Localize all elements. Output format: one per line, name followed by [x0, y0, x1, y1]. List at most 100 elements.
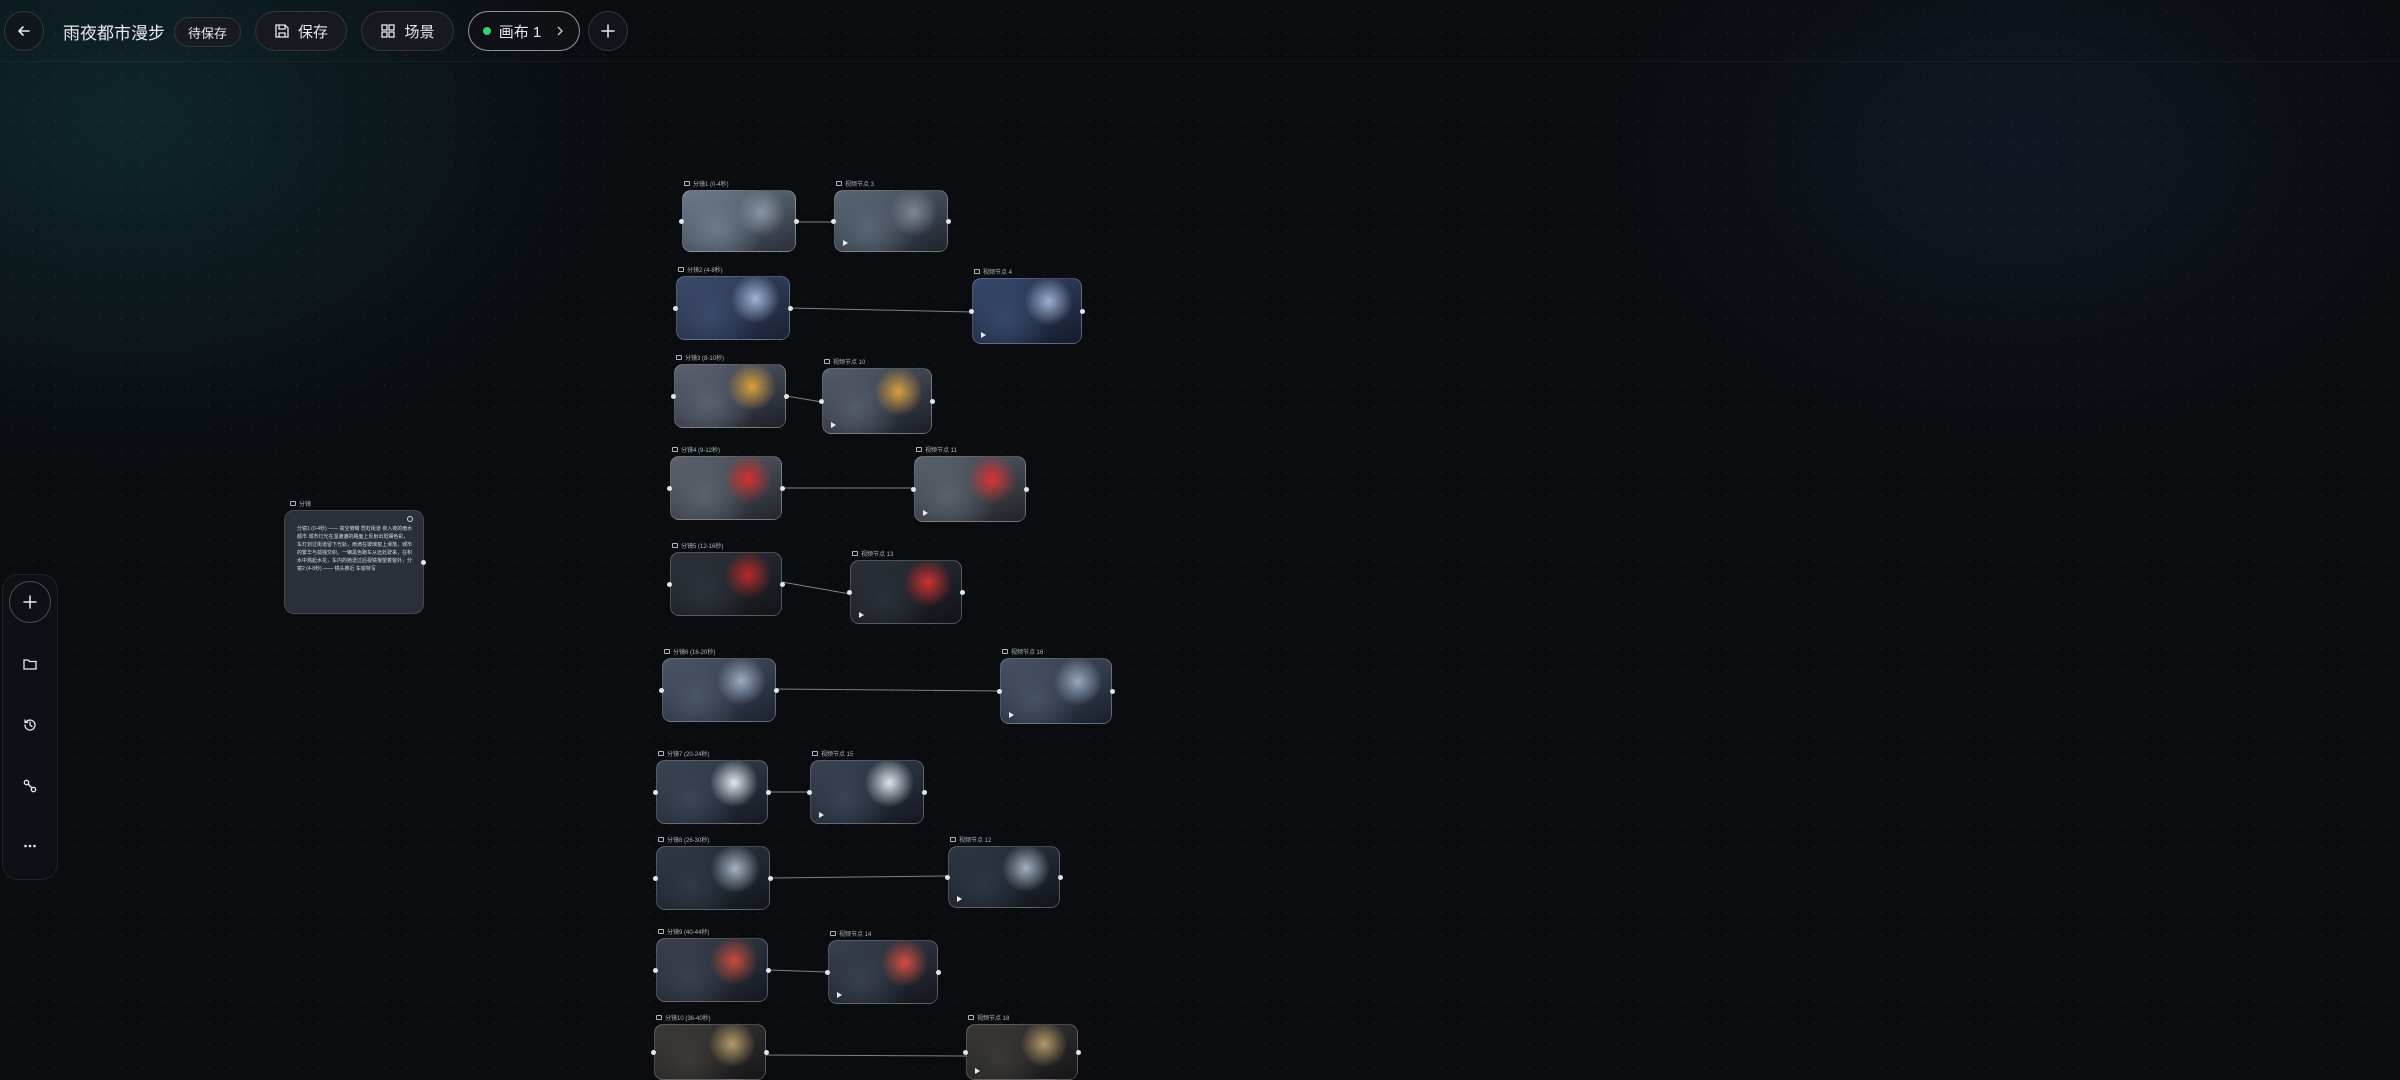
- more-button[interactable]: [9, 825, 51, 867]
- image-thumbnail[interactable]: [682, 190, 796, 252]
- assets-button[interactable]: [9, 643, 51, 685]
- output-handle[interactable]: [780, 485, 785, 491]
- video-node[interactable]: 视频节点 16: [997, 649, 1115, 724]
- video-thumbnail[interactable]: [850, 560, 962, 624]
- image-thumbnail[interactable]: [670, 456, 782, 520]
- output-handle[interactable]: [766, 967, 771, 973]
- video-thumbnail[interactable]: [834, 190, 948, 252]
- storyboard-node[interactable]: 分镜8 (26-30秒): [653, 837, 773, 910]
- video-thumbnail[interactable]: [914, 456, 1026, 522]
- input-handle[interactable]: [969, 308, 974, 314]
- input-handle[interactable]: [831, 218, 836, 224]
- play-icon[interactable]: [859, 612, 864, 618]
- video-thumbnail[interactable]: [828, 940, 938, 1004]
- video-thumbnail[interactable]: [966, 1024, 1078, 1080]
- output-handle[interactable]: [1080, 308, 1085, 314]
- storyboard-node[interactable]: 分镜2 (4-8秒): [673, 267, 793, 340]
- output-handle[interactable]: [1024, 486, 1029, 492]
- input-handle[interactable]: [963, 1049, 968, 1055]
- image-thumbnail[interactable]: [656, 846, 770, 910]
- play-icon[interactable]: [1009, 712, 1014, 718]
- storyboard-node[interactable]: 分镜10 (36-40秒): [651, 1015, 769, 1080]
- video-thumbnail[interactable]: [1000, 658, 1112, 724]
- output-handle[interactable]: [764, 1049, 769, 1055]
- add-node-button[interactable]: [9, 581, 51, 623]
- storyboard-node[interactable]: 分镜5 (12-16秒): [667, 543, 785, 616]
- play-icon[interactable]: [837, 992, 842, 998]
- video-thumbnail[interactable]: [810, 760, 924, 824]
- video-thumbnail[interactable]: [972, 278, 1082, 344]
- input-handle[interactable]: [997, 688, 1002, 694]
- output-handle[interactable]: [1076, 1049, 1081, 1055]
- video-node[interactable]: 视频节点 11: [911, 447, 1029, 522]
- video-thumbnail[interactable]: [822, 368, 932, 434]
- scene-button[interactable]: 场景: [361, 11, 454, 51]
- output-handle[interactable]: [922, 789, 927, 795]
- play-icon[interactable]: [957, 896, 962, 902]
- output-handle[interactable]: [766, 789, 771, 795]
- save-button[interactable]: 保存: [255, 11, 347, 51]
- image-thumbnail[interactable]: [656, 760, 768, 824]
- input-handle[interactable]: [667, 581, 672, 587]
- video-node[interactable]: 视频节点 13: [847, 551, 965, 624]
- input-handle[interactable]: [679, 218, 684, 224]
- canvas-tab[interactable]: 画布 1: [468, 11, 580, 51]
- output-handle[interactable]: [936, 969, 941, 975]
- play-icon[interactable]: [981, 332, 986, 338]
- input-handle[interactable]: [667, 485, 672, 491]
- image-thumbnail[interactable]: [656, 938, 768, 1002]
- workflow-button[interactable]: [9, 765, 51, 807]
- output-handle[interactable]: [930, 398, 935, 404]
- image-thumbnail[interactable]: [676, 276, 790, 340]
- storyboard-node[interactable]: 分镜4 (9-12秒): [667, 447, 785, 520]
- input-handle[interactable]: [819, 398, 824, 404]
- storyboard-node[interactable]: 分镜6 (16-20秒): [659, 649, 779, 722]
- image-thumbnail[interactable]: [654, 1024, 766, 1080]
- output-handle[interactable]: [946, 218, 951, 224]
- output-handle[interactable]: [788, 305, 793, 311]
- input-handle[interactable]: [807, 789, 812, 795]
- play-icon[interactable]: [831, 422, 836, 428]
- input-handle[interactable]: [911, 486, 916, 492]
- video-node[interactable]: 视频节点 3: [831, 181, 951, 252]
- play-icon[interactable]: [819, 812, 824, 818]
- video-node[interactable]: 视频节点 15: [807, 751, 927, 824]
- output-handle[interactable]: [768, 875, 773, 881]
- input-handle[interactable]: [945, 874, 950, 880]
- play-icon[interactable]: [923, 510, 928, 516]
- project-title[interactable]: 雨夜都市漫步: [63, 19, 165, 44]
- storyboard-node[interactable]: 分镜1 (0-4秒): [679, 181, 799, 252]
- input-handle[interactable]: [653, 967, 658, 973]
- history-button[interactable]: [9, 704, 51, 746]
- output-handle[interactable]: [780, 581, 785, 587]
- video-node[interactable]: 视频节点 4: [969, 269, 1085, 344]
- output-handle[interactable]: [774, 687, 779, 693]
- image-thumbnail[interactable]: [670, 552, 782, 616]
- input-handle[interactable]: [671, 393, 676, 399]
- input-handle[interactable]: [825, 969, 830, 975]
- text-node[interactable]: 分镜1 (0-4秒) —— 高空俯瞰 霓虹街道 夜入夜的雨水都市 城市灯光在湿漉…: [284, 510, 426, 614]
- output-handle[interactable]: [421, 559, 426, 565]
- input-handle[interactable]: [653, 789, 658, 795]
- input-handle[interactable]: [847, 589, 852, 595]
- input-handle[interactable]: [651, 1049, 656, 1055]
- play-icon[interactable]: [975, 1068, 980, 1074]
- input-handle[interactable]: [659, 687, 664, 693]
- output-handle[interactable]: [1058, 874, 1063, 880]
- storyboard-node[interactable]: 分镜9 (40-44秒): [653, 929, 771, 1002]
- video-node[interactable]: 视频节点 14: [825, 931, 941, 1004]
- storyboard-node[interactable]: 分镜3 (8-10秒): [671, 355, 789, 428]
- output-handle[interactable]: [1110, 688, 1115, 694]
- video-node[interactable]: 视频节点 12: [945, 837, 1063, 908]
- image-thumbnail[interactable]: [662, 658, 776, 722]
- back-button[interactable]: [4, 11, 44, 51]
- input-handle[interactable]: [653, 875, 658, 881]
- video-thumbnail[interactable]: [948, 846, 1060, 908]
- add-canvas-button[interactable]: [588, 11, 628, 51]
- expand-icon[interactable]: [407, 516, 413, 522]
- output-handle[interactable]: [960, 589, 965, 595]
- image-thumbnail[interactable]: [674, 364, 786, 428]
- output-handle[interactable]: [794, 218, 799, 224]
- input-handle[interactable]: [673, 305, 678, 311]
- storyboard-node[interactable]: 分镜7 (20-24秒): [653, 751, 771, 824]
